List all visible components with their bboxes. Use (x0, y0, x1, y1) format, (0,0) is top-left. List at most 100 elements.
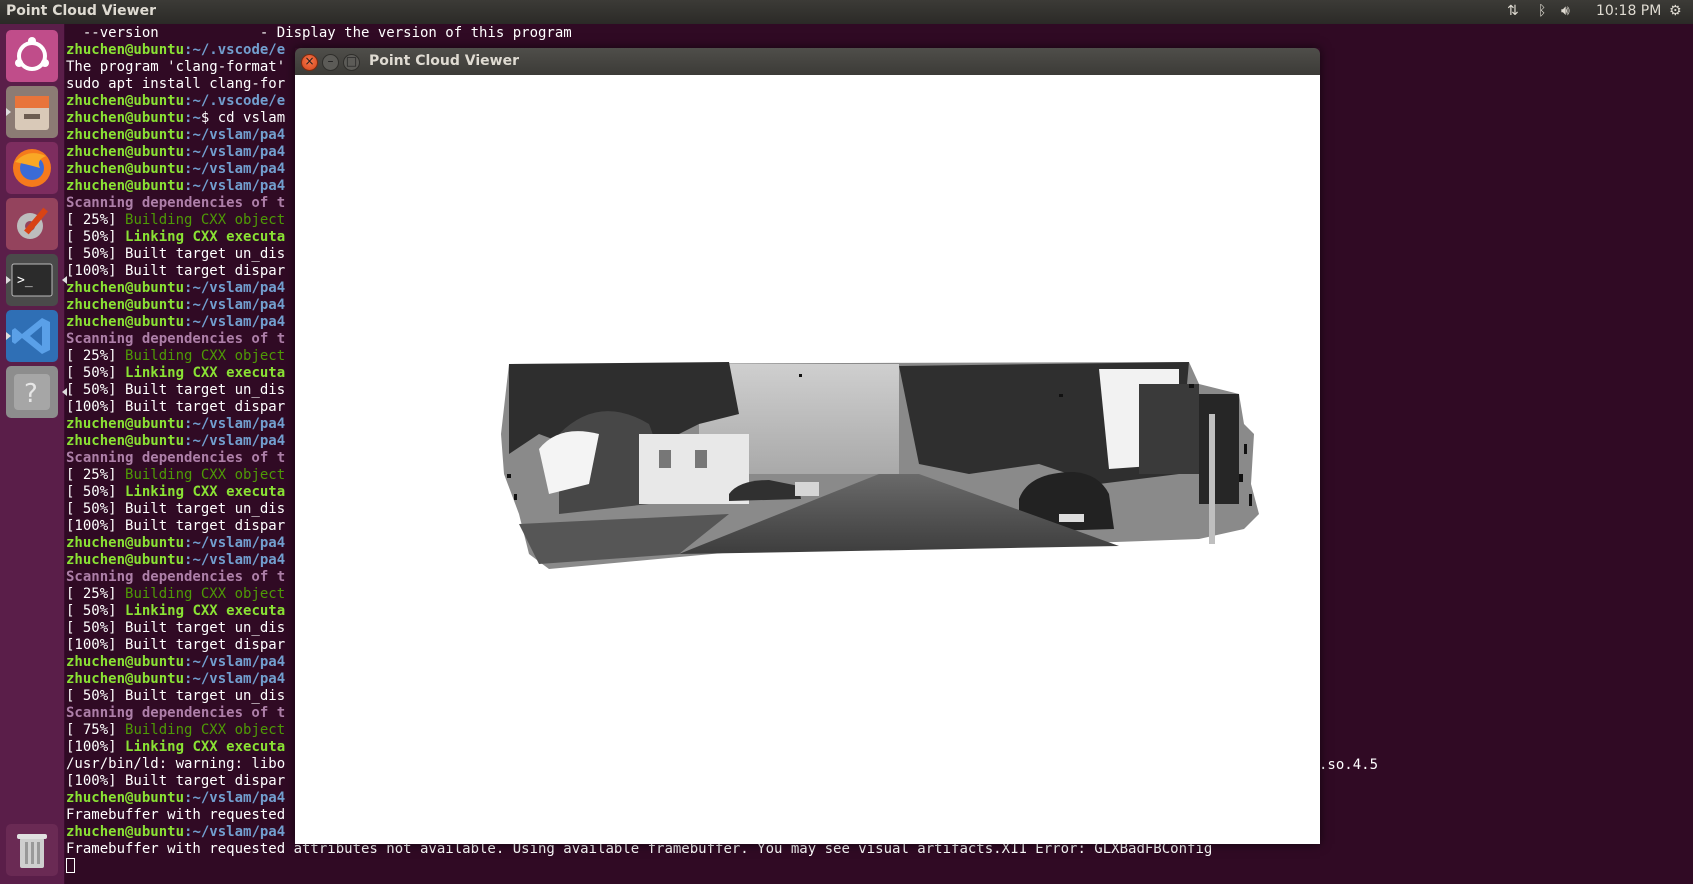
terminal-text: Linking CXX executa (125, 739, 286, 755)
terminal-text: zhuchen@ubuntu (66, 297, 185, 313)
terminal-text: zhuchen@ubuntu (66, 93, 185, 109)
terminal-text: [100%] Built target dispar (66, 637, 286, 653)
point-cloud-viewer-window[interactable]: × – □ Point Cloud Viewer (295, 48, 1320, 844)
terminal-text: zhuchen@ubuntu (66, 416, 185, 432)
terminal-text: :~/vslam/pa4 (184, 280, 286, 296)
system-settings-icon[interactable] (6, 198, 58, 250)
top-panel: Point Cloud Viewer ⇅ ᛒ 🔊︎ 10:18 PM ⚙ (0, 0, 1693, 24)
vscode-icon[interactable] (6, 310, 58, 362)
terminal-text: [100%] Built target dispar (66, 773, 286, 789)
terminal-text: zhuchen@ubuntu (66, 178, 185, 194)
terminal-text: [ 75%] (66, 722, 126, 738)
terminal-text: [ 50%] Built target un_dis (66, 382, 286, 398)
terminal-text: zhuchen@ubuntu (66, 127, 185, 143)
terminal-text: sudo apt install clang-for (66, 76, 286, 92)
running-indicator-icon (6, 108, 11, 116)
terminal-text: zhuchen@ubuntu (66, 161, 185, 177)
terminal-text: Building CXX object (125, 467, 286, 483)
files-icon[interactable] (6, 86, 58, 138)
terminal-text: zhuchen@ubuntu (66, 280, 185, 296)
terminal-text: :~/.vscode/e (184, 42, 286, 58)
terminal-text: :~/vslam/pa4 (184, 144, 286, 160)
firefox-icon[interactable] (6, 142, 58, 194)
running-indicator-icon (6, 332, 11, 340)
terminal-text: Framebuffer with requested (66, 807, 286, 823)
terminal-text: Building CXX object (125, 212, 286, 228)
terminal-text: [ 50%] Built target un_dis (66, 246, 286, 262)
terminal-line: --version - Display the version of this … (66, 25, 1686, 42)
network-updown-icon[interactable]: ⇅ (1507, 3, 1519, 19)
active-app-title: Point Cloud Viewer (6, 3, 156, 19)
trash-icon[interactable] (6, 824, 58, 876)
terminal-text: zhuchen@ubuntu (66, 144, 185, 160)
terminal-text: :~/vslam/pa4 (184, 297, 286, 313)
terminal-text: [ 25%] (66, 212, 126, 228)
close-icon[interactable]: × (301, 54, 318, 71)
terminal-text: Linking CXX executa (125, 229, 286, 245)
minimize-icon[interactable]: – (322, 54, 339, 71)
terminal-text: zhuchen@ubuntu (66, 654, 185, 670)
terminal-text: :~/vslam/pa4 (184, 178, 286, 194)
terminal-text: zhuchen@ubuntu (66, 433, 185, 449)
render-canvas[interactable] (295, 75, 1320, 844)
terminal-text: Building CXX object (125, 586, 286, 602)
terminal-text: Linking CXX executa (125, 603, 286, 619)
terminal-text: Scanning dependencies of t (66, 195, 286, 211)
window-titlebar[interactable]: × – □ Point Cloud Viewer (295, 48, 1320, 75)
terminal-text: Scanning dependencies of t (66, 569, 286, 585)
terminal-text: :~/vslam/pa4 (184, 433, 286, 449)
terminal-text: :~/.vscode/e (184, 93, 286, 109)
terminal-text: [ 25%] (66, 467, 126, 483)
gear-icon[interactable]: ⚙ (1669, 3, 1682, 19)
terminal-text: [ 50%] Built target un_dis (66, 501, 286, 517)
terminal-text: :~/vslam/pa4 (184, 161, 286, 177)
terminal-text: zhuchen@ubuntu (66, 552, 185, 568)
terminal-text: Linking CXX executa (125, 365, 286, 381)
terminal-text: :~/vslam/pa4 (184, 416, 286, 432)
terminal-text: zhuchen@ubuntu (66, 790, 185, 806)
terminal-prompt-line[interactable] (66, 858, 1686, 875)
maximize-icon[interactable]: □ (343, 54, 360, 71)
help-icon[interactable]: ? (6, 366, 67, 418)
terminal-text: :~/vslam/pa4 (184, 790, 286, 806)
running-indicator-icon (6, 276, 11, 284)
terminal-icon[interactable]: >_ (6, 254, 67, 306)
terminal-text: [ 50%] (66, 365, 126, 381)
terminal-text: --version - Display the version of this … (66, 25, 572, 41)
terminal-text: [ 50%] (66, 484, 126, 500)
terminal-text: Scanning dependencies of t (66, 450, 286, 466)
terminal-text: Building CXX object (125, 722, 286, 738)
terminal-text: Building CXX object (125, 348, 286, 364)
bluetooth-icon[interactable]: ᛒ (1538, 3, 1546, 19)
terminal-text: [100%] Built target dispar (66, 263, 286, 279)
ubuntu-dash-icon[interactable] (6, 30, 58, 82)
clock[interactable]: 10:18 PM (1596, 3, 1661, 19)
terminal-text: Scanning dependencies of t (66, 705, 286, 721)
terminal-text: [ 50%] (66, 603, 126, 619)
terminal-text: [ 50%] Built target un_dis (66, 620, 286, 636)
terminal-text: :~ (184, 110, 201, 126)
terminal-text: [ 50%] Built target un_dis (66, 688, 286, 704)
terminal-text: $ cd vslam (200, 110, 286, 126)
point-cloud-render (501, 362, 1259, 569)
terminal-text: Scanning dependencies of t (66, 331, 286, 347)
terminal-text: :~/vslam/pa4 (184, 671, 286, 687)
svg-text:?: ? (24, 379, 38, 409)
terminal-text: [100%] Built target dispar (66, 518, 286, 534)
terminal-text: :~/vslam/pa4 (184, 127, 286, 143)
terminal-text: [100%] (66, 739, 126, 755)
svg-text:>_: >_ (17, 273, 33, 288)
terminal-text: The program 'clang-format' (66, 59, 286, 75)
window-title: Point Cloud Viewer (369, 53, 519, 69)
terminal-text: :~/vslam/pa4 (184, 654, 286, 670)
terminal-line-fragment: .so.4.5 (1319, 757, 1379, 773)
terminal-text: zhuchen@ubuntu (66, 110, 185, 126)
terminal-text: zhuchen@ubuntu (66, 824, 185, 840)
terminal-text: zhuchen@ubuntu (66, 671, 185, 687)
terminal-text: [ 25%] (66, 586, 126, 602)
terminal-text: zhuchen@ubuntu (66, 535, 185, 551)
terminal-cursor (66, 858, 75, 873)
terminal-text: [ 50%] (66, 229, 126, 245)
terminal-text: :~/vslam/pa4 (184, 314, 286, 330)
volume-icon[interactable]: 🔊︎ (1561, 3, 1570, 19)
